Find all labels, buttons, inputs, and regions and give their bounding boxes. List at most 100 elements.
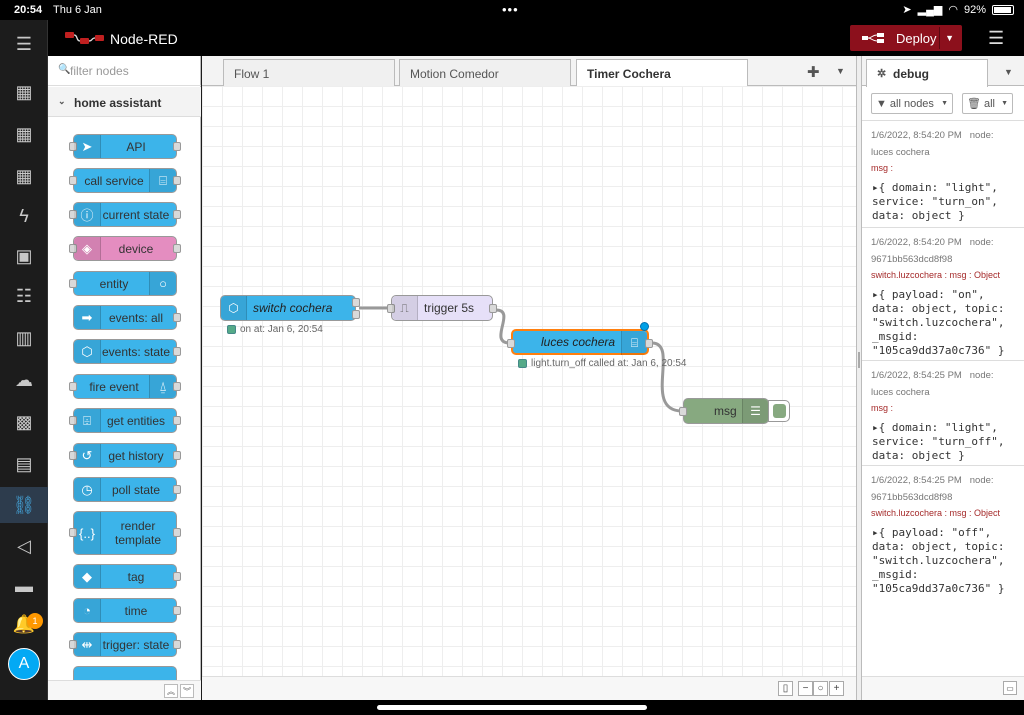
output-port-2[interactable]: [352, 310, 360, 319]
payload-line: ▸{ payload: "on",: [872, 288, 985, 301]
zoom-out-icon[interactable]: −: [798, 681, 813, 696]
palette-node-get-history[interactable]: ↺ get history: [69, 443, 181, 468]
palette-node-current-state[interactable]: ⓘ current state: [69, 202, 181, 227]
palette-node-tag[interactable]: ◆ tag: [73, 564, 181, 589]
debug-message[interactable]: 1/6/2022, 8:54:25 PM node: luces cochera…: [862, 362, 1024, 466]
palette-node-device[interactable]: ◈ device: [69, 236, 181, 261]
zoom-reset-icon[interactable]: ○: [813, 681, 828, 696]
message-node-label: node:: [969, 130, 994, 141]
deploy-caret-icon[interactable]: ▼: [945, 33, 954, 43]
deploy-button[interactable]: Deploy ▼: [850, 25, 962, 51]
tab-debug[interactable]: ✲ debug: [866, 59, 988, 87]
palette-node-partial[interactable]: [73, 666, 177, 680]
palette-search-input[interactable]: 🔍 filter nodes: [48, 56, 201, 86]
home-indicator-pill[interactable]: [377, 705, 647, 710]
list-icon: ☰: [742, 399, 768, 423]
flow-node-luces-cochera[interactable]: luces cochera ⌸: [507, 322, 653, 355]
history-icon[interactable]: ▥: [0, 320, 48, 356]
payload-line: ▸{ domain: "light",: [872, 181, 998, 194]
energy-icon[interactable]: ϟ: [0, 198, 48, 234]
debug-message[interactable]: 1/6/2022, 8:54:25 PM node: 9671bb563dcd8…: [862, 467, 1024, 607]
payload-line: service: "turn_off",: [872, 435, 1005, 448]
flow-node-debug-msg[interactable]: msg ☰: [679, 398, 769, 424]
dashboard-icon-3[interactable]: ▦: [0, 158, 48, 194]
palette-node-call-service[interactable]: call service ⌸: [69, 168, 181, 193]
flow-canvas[interactable]: ⬡ switch cochera on at: Jan 6, 20:54 ⎍ t…: [202, 86, 856, 676]
logbook-icon[interactable]: ☷: [0, 278, 48, 314]
output-port: [173, 347, 181, 356]
tab-label: Motion Comedor: [410, 67, 499, 81]
palette-node-time[interactable]: ◔ time: [73, 598, 181, 623]
debug-message[interactable]: 1/6/2022, 8:54:20 PM node: luces cochera…: [862, 122, 1024, 228]
splitter-grip[interactable]: [858, 352, 860, 368]
output-port[interactable]: [645, 339, 653, 348]
esphome-icon[interactable]: ▩: [0, 404, 48, 440]
menu-icon[interactable]: ☰: [0, 26, 48, 62]
message-payload[interactable]: ▸{ payload: "off", data: object, topic: …: [872, 526, 1022, 596]
user-avatar[interactable]: A: [8, 648, 40, 680]
home-indicator: [0, 700, 1024, 715]
message-node-label: node:: [969, 475, 994, 486]
expand-all-icon[interactable]: ︾: [180, 684, 194, 698]
bug-icon: ✲: [877, 68, 887, 80]
palette-node-poll-state[interactable]: ◷ poll state: [73, 477, 181, 502]
collapse-all-icon[interactable]: ︽: [164, 684, 178, 698]
cube-icon: ◈: [74, 237, 101, 260]
open-window-icon[interactable]: ▭: [1003, 681, 1017, 695]
app-title: Node-RED: [110, 31, 178, 47]
message-topic: msg :: [871, 163, 894, 173]
chevron-down-icon: ⌄: [58, 96, 66, 106]
debug-message[interactable]: 1/6/2022, 8:54:20 PM node: 9671bb563dcd8…: [862, 229, 1024, 361]
output-port[interactable]: [489, 304, 497, 313]
debug-message-list: 1/6/2022, 8:54:20 PM node: luces cochera…: [862, 122, 1024, 676]
palette-node-events-state[interactable]: ⬡ events: state: [73, 339, 181, 364]
dashboard-icon-2[interactable]: ▦: [0, 116, 48, 152]
payload-line: ▸{ payload: "off",: [872, 526, 992, 539]
cloud-icon[interactable]: ☁: [0, 362, 48, 398]
input-port[interactable]: [507, 339, 515, 348]
palette-node-fire-event[interactable]: fire event ⍙: [69, 374, 181, 399]
vscode-icon[interactable]: ◁: [0, 528, 48, 564]
message-payload[interactable]: ▸{ domain: "light", service: "turn_off",…: [872, 421, 1022, 463]
tab-flow-1[interactable]: Flow 1: [223, 59, 395, 86]
palette-node-events-all[interactable]: ➡ events: all: [73, 305, 181, 330]
multitask-dots-icon[interactable]: •••: [502, 2, 519, 17]
antenna-icon: ⍙: [149, 375, 176, 398]
hacs-icon[interactable]: ▤: [0, 446, 48, 482]
message-payload[interactable]: ▸{ payload: "on", data: object, topic: "…: [872, 288, 1022, 358]
tab-list-caret-icon[interactable]: ▼: [836, 66, 845, 76]
debug-clear-button[interactable]: 🗑 all ▼: [962, 93, 1013, 114]
palette-node-entity[interactable]: entity ○: [69, 271, 177, 296]
contacts-icon[interactable]: ▣: [0, 238, 48, 274]
palette-node-api[interactable]: ➤ API: [69, 134, 181, 159]
palette-node-get-entities[interactable]: ⌹ get entities: [69, 408, 181, 433]
main-menu-icon[interactable]: ☰: [988, 29, 1006, 47]
input-port[interactable]: [679, 407, 687, 416]
payload-line: service: "turn_on",: [872, 195, 998, 208]
terminal-icon[interactable]: ▬: [0, 568, 48, 604]
palette-category-header[interactable]: ⌄ home assistant: [48, 87, 201, 117]
debug-filter-button[interactable]: ▼ all nodes ▼: [871, 93, 953, 114]
sidebar-tab-caret-icon[interactable]: ▼: [1004, 67, 1013, 77]
node-red-icon[interactable]: ⛓: [0, 487, 48, 523]
filter-label: all nodes: [889, 97, 934, 110]
dashboard-icon[interactable]: ▦: [0, 74, 48, 110]
navigator-icon[interactable]: ▯: [778, 681, 793, 696]
zoom-in-icon[interactable]: +: [829, 681, 844, 696]
debug-toggle-button[interactable]: [768, 400, 790, 422]
message-payload[interactable]: ▸{ domain: "light", service: "turn_on", …: [872, 181, 1022, 223]
flow-node-label: luces cochera: [541, 335, 616, 349]
add-tab-icon[interactable]: ✚: [807, 63, 820, 81]
palette-node-trigger-state[interactable]: ⇹ trigger: state: [69, 632, 181, 657]
tab-motion-comedor[interactable]: Motion Comedor: [399, 59, 571, 86]
palette-node-render-template[interactable]: {..} render template: [69, 511, 181, 555]
entities-icon: ⌹: [74, 409, 101, 432]
output-port-1[interactable]: [352, 298, 360, 307]
output-port: [173, 485, 181, 494]
flow-node-trigger-5s[interactable]: ⎍ trigger 5s: [387, 295, 497, 321]
flow-node-label: switch cochera: [253, 301, 333, 315]
workspace-footer: ▯ − ○ +: [202, 676, 856, 700]
flow-node-switch-cochera[interactable]: ⬡ switch cochera: [220, 295, 360, 321]
tab-timer-cochera[interactable]: Timer Cochera: [576, 59, 748, 87]
trigger-icon: ⎍: [392, 296, 418, 320]
